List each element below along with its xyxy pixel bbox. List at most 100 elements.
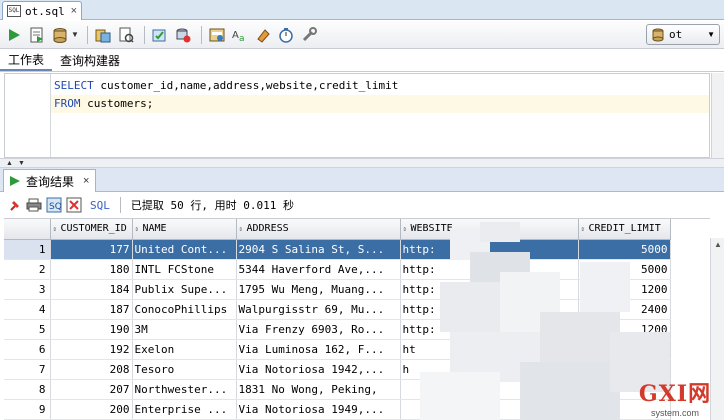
watermark-domain: system.com xyxy=(650,408,699,418)
sort-icon: ⇕ xyxy=(402,225,407,234)
sort-icon: ⇕ xyxy=(238,225,243,234)
row-number: 4 xyxy=(4,299,51,320)
row-number: 7 xyxy=(4,359,51,380)
cell-name[interactable]: 3M xyxy=(132,319,237,340)
cell-name[interactable]: Exelon xyxy=(132,339,237,360)
svg-text:SQL: SQL xyxy=(49,202,62,212)
cell-address[interactable]: 2904 S Salina St, S... xyxy=(236,239,401,260)
fetch-status: 已提取 50 行, 用时 0.011 秒 xyxy=(130,199,294,212)
results-toolbar: SQL SQL 已提取 50 行, 用时 0.011 秒 xyxy=(0,193,724,217)
column-header-label: NAME xyxy=(142,223,167,235)
code-line-2: FROM customers; xyxy=(51,95,709,113)
run-statement-icon[interactable] xyxy=(4,25,24,45)
cell-address[interactable]: 1795 Wu Meng, Muang... xyxy=(236,279,401,300)
tab-query-builder[interactable]: 查询构建器 xyxy=(52,49,128,71)
keyword-from: FROM xyxy=(54,97,81,110)
column-header-address[interactable]: ⇕ ADDRESS xyxy=(236,219,401,240)
cell-customer-id[interactable]: 187 xyxy=(50,299,133,320)
collapse-down-icon[interactable]: ▼ xyxy=(18,160,25,167)
print-icon[interactable] xyxy=(26,198,42,212)
pin-icon[interactable] xyxy=(8,198,22,212)
sql-history-icon[interactable] xyxy=(207,25,227,45)
code-line-2-rest: customers; xyxy=(80,97,154,110)
format-icon[interactable]: Aa xyxy=(230,25,250,45)
cell-address[interactable]: Via Notoriosa 1942,... xyxy=(236,359,401,380)
connection-name: ot xyxy=(669,28,683,41)
worksheet-subtabs: 工作表 查询构建器 xyxy=(0,50,724,72)
row-number: 9 xyxy=(4,399,51,420)
editor-gutter xyxy=(5,74,43,157)
cell-address[interactable]: Via Frenzy 6903, Ro... xyxy=(236,319,401,340)
scroll-up-icon[interactable]: ▲ xyxy=(714,240,722,249)
cell-customer-id[interactable]: 208 xyxy=(50,359,133,380)
commit-icon[interactable] xyxy=(50,25,70,45)
cell-name[interactable]: Northwester... xyxy=(132,379,237,400)
refresh-icon[interactable]: SQL xyxy=(46,197,62,213)
connection-selector[interactable]: ot ▼ xyxy=(646,24,720,45)
row-number-header xyxy=(4,219,51,240)
pane-splitter[interactable]: ▲ ▼ xyxy=(0,158,724,168)
commit-dropdown-icon[interactable]: ▼ xyxy=(71,30,79,39)
cell-address[interactable]: 5344 Haverford Ave,... xyxy=(236,259,401,280)
cell-name[interactable]: Publix Supe... xyxy=(132,279,237,300)
file-tab-ot-sql[interactable]: SQL ot.sql × xyxy=(2,1,82,20)
cell-customer-id[interactable]: 207 xyxy=(50,379,133,400)
tab-query-result[interactable]: 查询结果 × xyxy=(3,169,96,192)
cell-customer-id[interactable]: 190 xyxy=(50,319,133,340)
cell-customer-id[interactable]: 200 xyxy=(50,399,133,420)
stopwatch-icon[interactable] xyxy=(276,25,296,45)
svg-text:A: A xyxy=(232,30,239,41)
code-line-1-rest: customer_id,name,address,website,credit_… xyxy=(93,79,399,92)
cell-name[interactable]: INTL FCStone xyxy=(132,259,237,280)
cell-name[interactable]: United Cont... xyxy=(132,239,237,260)
toolbar-separator xyxy=(200,25,202,44)
close-results-tab-icon[interactable]: × xyxy=(83,175,89,187)
tab-query-builder-label: 查询构建器 xyxy=(60,53,121,68)
toolbar-separator xyxy=(143,25,145,44)
row-number: 3 xyxy=(4,279,51,300)
column-header-customer-id[interactable]: ⇕ CUSTOMER_ID xyxy=(50,219,133,240)
results-tab-bar xyxy=(0,168,724,192)
cell-address[interactable]: 1831 No Wong, Peking, xyxy=(236,379,401,400)
row-number: 8 xyxy=(4,379,51,400)
rollback-icon[interactable] xyxy=(93,25,113,45)
cell-address[interactable]: Via Luminosa 162, F... xyxy=(236,339,401,360)
row-number: 2 xyxy=(4,259,51,280)
run-script-icon[interactable] xyxy=(27,25,47,45)
explain-plan-icon[interactable] xyxy=(150,25,170,45)
file-tab-bar xyxy=(0,0,724,20)
sql-tuning-icon[interactable] xyxy=(173,25,193,45)
tab-worksheet[interactable]: 工作表 xyxy=(0,49,53,71)
cell-name[interactable]: Tesoro xyxy=(132,359,237,380)
row-number: 1 xyxy=(4,239,51,260)
autotrace-icon[interactable] xyxy=(116,25,136,45)
cell-name[interactable]: ConocoPhillips xyxy=(132,299,237,320)
editor-scrollbar[interactable] xyxy=(711,73,724,158)
eraser-icon[interactable] xyxy=(253,25,273,45)
svg-text:a: a xyxy=(239,34,245,43)
cell-customer-id[interactable]: 192 xyxy=(50,339,133,360)
cell-customer-id[interactable]: 180 xyxy=(50,259,133,280)
sql-file-icon: SQL xyxy=(7,5,21,17)
cell-address[interactable]: Via Notoriosa 1949,... xyxy=(236,399,401,420)
sort-icon: ⇕ xyxy=(134,225,139,234)
run-icon xyxy=(10,176,20,186)
sql-editor[interactable]: SELECT customer_id,name,address,website,… xyxy=(4,73,710,158)
clear-results-icon[interactable] xyxy=(66,197,82,213)
collapse-up-icon[interactable]: ▲ xyxy=(6,160,13,167)
row-number: 6 xyxy=(4,339,51,360)
tools-icon[interactable] xyxy=(299,25,319,45)
toolbar-separator xyxy=(119,197,121,213)
cell-customer-id[interactable]: 177 xyxy=(50,239,133,260)
row-number: 5 xyxy=(4,319,51,340)
column-header-name[interactable]: ⇕ NAME xyxy=(132,219,237,240)
file-tab-label: ot.sql xyxy=(25,4,65,18)
watermark-logo: GXI网 xyxy=(638,381,712,407)
cell-name[interactable]: Enterprise ... xyxy=(132,399,237,420)
column-header-label: ADDRESS xyxy=(246,223,289,235)
chevron-down-icon: ▼ xyxy=(707,30,715,39)
close-tab-icon[interactable]: × xyxy=(71,5,77,17)
sql-button[interactable]: SQL xyxy=(90,199,110,212)
cell-customer-id[interactable]: 184 xyxy=(50,279,133,300)
cell-address[interactable]: Walpurgisstr 69, Mu... xyxy=(236,299,401,320)
